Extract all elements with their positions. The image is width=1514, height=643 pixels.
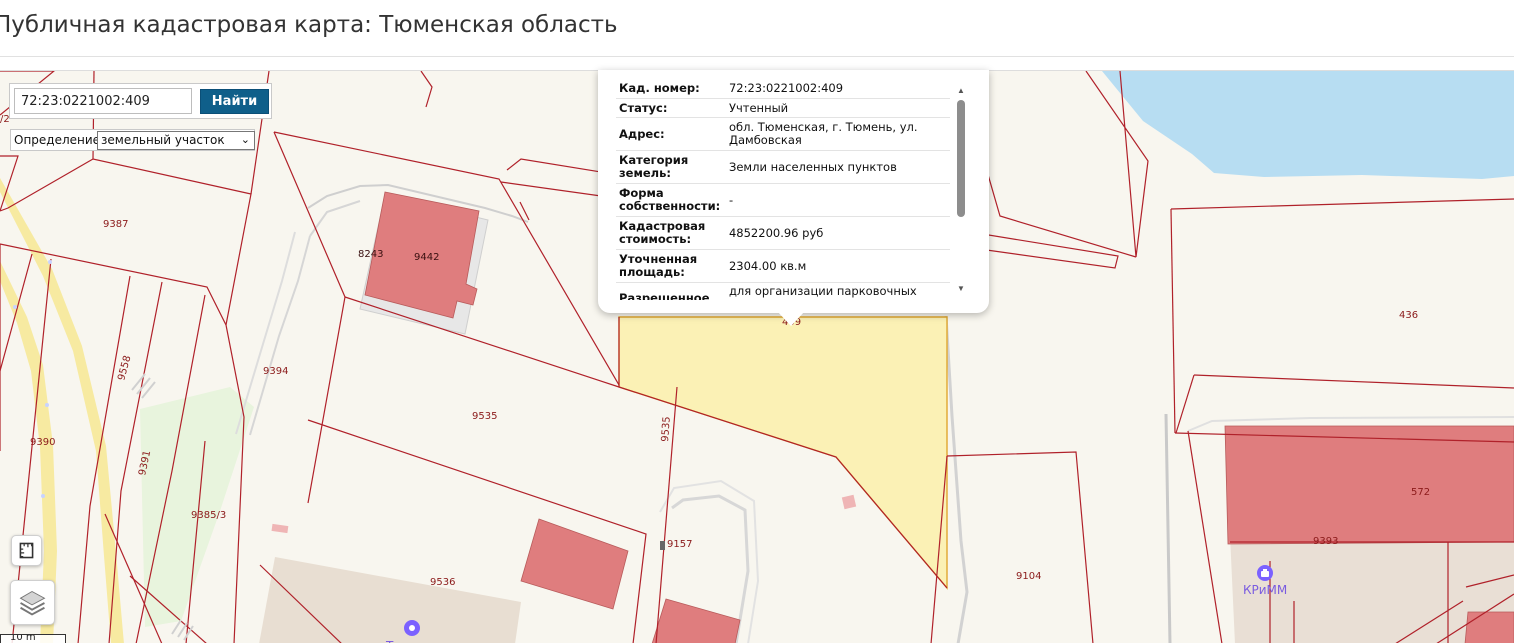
info-label: Уточненная площадь: (616, 249, 726, 283)
info-label: Статус: (616, 98, 726, 118)
plot-label-9536: 9536 (430, 577, 455, 588)
plot-label-9390: 9390 (30, 437, 55, 448)
parcel-info-table: Кад. номер: 72:23:0221002:409 Статус: Уч… (616, 78, 950, 300)
triangle-up-icon[interactable]: ▲ (955, 86, 967, 96)
info-row: Статус: Учтенный (616, 98, 950, 118)
popup-scrollbar[interactable]: ▲ ▼ (955, 86, 967, 296)
info-row: Адрес: обл. Тюменская, г. Тюмень, ул. Да… (616, 117, 950, 151)
page-root: Публичная кадастровая карта: Тюменская о… (0, 0, 1514, 643)
triangle-down-icon[interactable]: ▼ (955, 284, 967, 294)
scale-bar: 10 m (0, 634, 66, 643)
plot-label-9385-3: 9385/3 (191, 510, 226, 521)
plot-label-9535-vertical: 9535 (660, 416, 673, 442)
scale-label: 10 m (10, 634, 36, 643)
poi-label-t: Т (385, 639, 394, 643)
plot-label-9104: 9104 (1016, 571, 1041, 582)
info-label: Категория земель: (616, 150, 726, 184)
briefcase-icon-handle (1263, 569, 1267, 571)
briefcase-icon-body (1261, 571, 1269, 577)
info-value: обл. Тюменская, г. Тюмень, ул. Дамбовска… (725, 117, 950, 151)
poi-label-krimm: КРиММ (1243, 583, 1287, 597)
building-572[interactable] (1224, 425, 1514, 545)
plot-label-9393: 9393 (1313, 536, 1338, 547)
definition-selected-value: земельный участок (101, 133, 225, 147)
marker-label: 9157 (667, 539, 692, 550)
marker-icon (660, 541, 665, 550)
info-value: - (725, 183, 950, 217)
location-icon-dot (409, 625, 415, 631)
search-panel: Найти (9, 83, 272, 119)
ruler-button[interactable] (11, 535, 42, 566)
chevron-down-icon: ⌄ (240, 133, 250, 146)
building-label-9442: 9442 (414, 252, 439, 263)
info-row: Разрешенное для организации парковочных … (616, 282, 950, 300)
definition-label: Определение: (14, 133, 105, 147)
plot-label-9535: 9535 (472, 411, 497, 422)
info-label: Кадастровая стоимость: (616, 216, 726, 250)
info-value: 72:23:0221002:409 (725, 78, 950, 99)
parcel-info-popup: Кад. номер: 72:23:0221002:409 Статус: Уч… (598, 70, 989, 326)
find-button[interactable]: Найти (200, 89, 269, 114)
info-value: 2304.00 кв.м (725, 249, 950, 283)
info-row: Форма собственности: - (616, 183, 950, 217)
scroll-thumb[interactable] (957, 100, 965, 217)
page-header: Публичная кадастровая карта: Тюменская о… (0, 0, 1514, 57)
info-row: Категория земель: Земли населенных пункт… (616, 150, 950, 184)
info-label: Форма собственности: (616, 183, 726, 217)
info-value: для организации парковочных мест (725, 282, 950, 300)
building-label-8243: 8243 (358, 249, 383, 260)
info-label: Адрес: (616, 117, 726, 151)
info-row: Кадастровая стоимость: 4852200.96 руб (616, 216, 950, 250)
cadastral-number-input[interactable] (14, 88, 192, 114)
popup-content[interactable]: Кад. номер: 72:23:0221002:409 Статус: Уч… (616, 78, 952, 300)
definition-panel: Определение: земельный участок ⌄ (10, 129, 255, 151)
layers-button[interactable] (10, 580, 55, 625)
info-row: Уточненная площадь: 2304.00 кв.м (616, 249, 950, 283)
info-label: Кад. номер: (616, 78, 726, 99)
info-value: Учтенный (725, 98, 950, 118)
ruler-icon (19, 542, 34, 559)
info-label: Разрешенное (616, 282, 726, 300)
plot-label-9394: 9394 (263, 366, 288, 377)
popup-pointer (777, 311, 805, 326)
info-value: 4852200.96 руб (725, 216, 950, 250)
info-value: Земли населенных пунктов (725, 150, 950, 184)
building-right[interactable] (1464, 611, 1514, 643)
plot-label-9387: 9387 (103, 219, 128, 230)
plot-label-436: 436 (1399, 310, 1418, 321)
plot-label-572: 572 (1411, 487, 1430, 498)
info-row: Кад. номер: 72:23:0221002:409 (616, 78, 950, 99)
page-title: Публичная кадастровая карта: Тюменская о… (0, 12, 618, 38)
layers-icon (19, 590, 46, 616)
definition-select[interactable]: земельный участок ⌄ (97, 131, 255, 150)
